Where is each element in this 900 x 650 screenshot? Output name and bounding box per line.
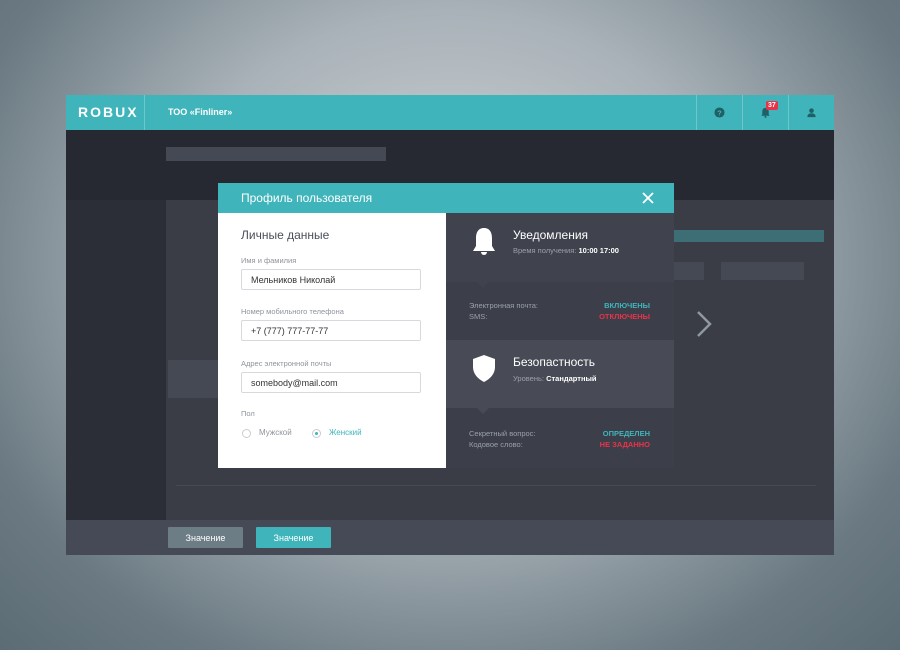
dimmed-tab — [674, 230, 824, 242]
phone-field[interactable]: +7 (777) 777-77-77 — [241, 320, 421, 341]
modal-title: Профиль пользователя — [241, 191, 373, 205]
modal-header: Профиль пользователя — [218, 183, 674, 213]
time-label: Время получения: — [513, 246, 577, 255]
chevron-right-icon[interactable] — [693, 309, 717, 339]
email-field[interactable]: somebody@mail.com — [241, 372, 421, 393]
email-notify-status[interactable]: ВКЛЮЧЕНЫ — [604, 301, 650, 310]
sms-notify-label: SMS: — [469, 312, 488, 321]
notification-time: Время получения: 10:00 17:00 — [513, 246, 619, 255]
help-icon: ? — [714, 107, 725, 118]
security-level: Уровень: Стандартный — [513, 374, 597, 383]
name-label: Имя и фамилия — [241, 256, 297, 265]
bottom-action-bar: Значение Значение — [66, 520, 834, 555]
secret-question-status[interactable]: ОПРЕДЕЛЕН — [603, 429, 650, 438]
codeword-label: Кодовое слово: — [469, 440, 523, 449]
security-title: Безопастность — [513, 355, 596, 369]
level-label: Уровень: — [513, 374, 544, 383]
svg-text:?: ? — [717, 108, 722, 117]
dimmed-title — [166, 147, 386, 161]
secret-question-label: Секретный вопрос: — [469, 429, 536, 438]
bell-icon — [473, 228, 495, 255]
gender-label: Пол — [241, 409, 255, 418]
name-field[interactable]: Мельников Николай — [241, 269, 421, 290]
dimmed-control — [674, 262, 704, 280]
shield-icon — [473, 355, 495, 382]
gender-radio-female[interactable] — [312, 429, 321, 438]
notifications-title: Уведомления — [513, 228, 589, 242]
time-from: 10:00 — [578, 246, 598, 255]
settings-panel: Уведомления Время получения: 10:00 17:00… — [446, 213, 674, 468]
user-profile-modal: Профиль пользователя Личные данные Имя и… — [218, 183, 674, 468]
time-to: 17:00 — [599, 246, 619, 255]
codeword-status[interactable]: НЕ ЗАДАННО — [600, 440, 650, 449]
dimmed-block — [168, 360, 218, 398]
email-notify-label: Электронная почта: — [469, 301, 539, 310]
close-icon[interactable] — [640, 190, 656, 206]
email-label: Адрес электронной почты — [241, 359, 332, 368]
notch — [477, 282, 489, 288]
gender-radio-male[interactable] — [242, 429, 251, 438]
level-value: Стандартный — [546, 374, 597, 383]
dimmed-divider — [176, 485, 816, 486]
help-button[interactable]: ? — [696, 95, 743, 130]
notification-count-badge: 37 — [766, 101, 778, 110]
phone-label: Номер мобильного телефона — [241, 307, 344, 316]
dimmed-sidebar — [66, 200, 166, 520]
logo[interactable]: ROBUX — [78, 104, 139, 120]
divider — [144, 95, 145, 130]
top-bar: ROBUX ТОО «Finliner» ? 37 — [66, 95, 834, 130]
company-name[interactable]: ТОО «Finliner» — [168, 107, 232, 117]
sms-notify-status[interactable]: ОТКЛЮЧЕНЫ — [599, 312, 650, 321]
secondary-button[interactable]: Значение — [168, 527, 243, 548]
gender-option-female[interactable]: Женский — [329, 428, 362, 437]
gender-option-male[interactable]: Мужской — [259, 428, 292, 437]
dimmed-control — [721, 262, 804, 280]
notch — [477, 408, 489, 414]
user-menu-button[interactable] — [788, 95, 834, 130]
primary-button[interactable]: Значение — [256, 527, 331, 548]
personal-data-title: Личные данные — [241, 228, 330, 242]
notifications-button[interactable]: 37 — [742, 95, 789, 130]
user-icon — [807, 108, 816, 118]
